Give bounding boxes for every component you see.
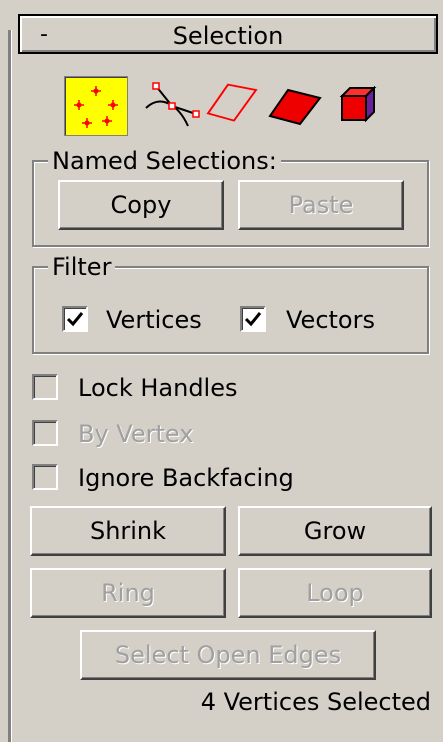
element-icon [339,85,377,123]
selection-rollout-header[interactable]: - Selection [18,14,438,54]
select-open-edges-button[interactable]: Select Open Edges [80,630,376,680]
by-vertex-checkbox[interactable] [32,420,58,446]
loop-button[interactable]: Loop [238,568,432,618]
lock-handles-label: Lock Handles [78,374,238,402]
selection-status: 4 Vertices Selected [200,688,431,716]
filter-title: Filter [48,254,116,280]
segment-icon [145,82,200,127]
vertices-checkbox[interactable] [62,306,88,332]
polygon-level-button[interactable] [266,76,328,134]
copy-button[interactable]: Copy [58,180,224,230]
element-level-button[interactable] [330,76,380,134]
panel-left-border [8,30,12,742]
by-vertex-label: By Vertex [78,420,194,448]
vertices-label: Vertices [106,306,202,334]
ignore-backfacing-checkbox[interactable] [32,464,58,490]
shrink-button[interactable]: Shrink [30,506,226,556]
rollout-title: Selection [172,22,284,50]
checkmark-icon [66,312,84,327]
paste-button[interactable]: Paste [238,180,404,230]
segment-level-button[interactable] [138,76,200,134]
lock-handles-checkbox[interactable] [32,374,58,400]
edge-level-button[interactable] [202,76,264,134]
checkmark-icon [244,312,262,327]
ring-button[interactable]: Ring [30,568,226,618]
polygon-icon [268,88,322,126]
edge-icon [206,83,258,122]
named-selections-title: Named Selections: [48,148,281,174]
vectors-checkbox[interactable] [240,306,266,332]
vectors-label: Vectors [286,306,375,334]
grow-button[interactable]: Grow [238,506,432,556]
ignore-backfacing-label: Ignore Backfacing [78,464,294,492]
vertex-icon [74,86,118,128]
vertex-level-button[interactable] [64,76,128,136]
